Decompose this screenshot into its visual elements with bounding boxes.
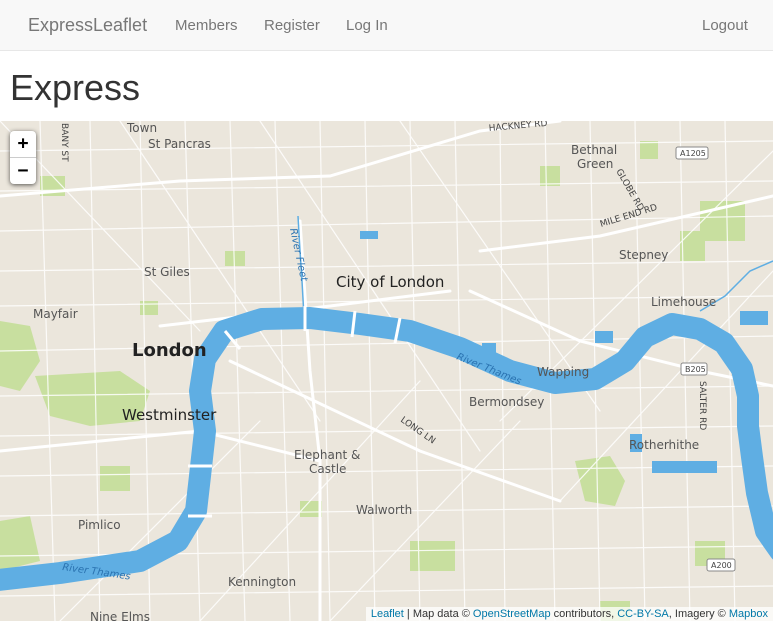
park-ne: [540, 166, 560, 186]
park-4: [640, 141, 658, 159]
label-st-giles: St Giles: [144, 265, 190, 279]
brand-link[interactable]: ExpressLeaflet: [28, 15, 147, 36]
label-kennington: Kennington: [228, 575, 296, 589]
shield-b205: B205: [680, 362, 708, 376]
label-pimlico: Pimlico: [78, 518, 121, 532]
svg-text:A1205: A1205: [680, 149, 706, 158]
label-elephant: Elephant &: [294, 448, 360, 462]
dock-1: [595, 331, 613, 343]
park-burgess: [410, 541, 455, 571]
label-bermondsey: Bermondsey: [469, 395, 544, 409]
attribution-text-3: , Imagery ©: [668, 608, 729, 620]
park-lambeth: [100, 466, 130, 491]
label-stepney: Stepney: [619, 248, 668, 262]
label-castle: Castle: [309, 462, 346, 476]
shield-a200: A200: [706, 558, 736, 572]
label-bethnal: Bethnal: [571, 143, 617, 157]
label-mayfair: Mayfair: [33, 307, 78, 321]
label-walworth: Walworth: [356, 503, 412, 517]
attribution-text-1: | Map data ©: [403, 608, 473, 620]
mapbox-link[interactable]: Mapbox: [729, 608, 768, 620]
park-1: [225, 251, 245, 266]
label-wapping: Wapping: [537, 365, 589, 379]
map-tiles[interactable]: London City of London Westminster Town S…: [0, 121, 773, 621]
nav-logout[interactable]: Logout: [702, 17, 748, 34]
nav-register[interactable]: Register: [264, 17, 320, 34]
leaflet-link[interactable]: Leaflet: [371, 608, 404, 620]
label-london: London: [132, 340, 207, 361]
park-2: [140, 301, 158, 315]
park-3: [680, 231, 705, 261]
page-title: Express: [10, 67, 141, 108]
navbar: ExpressLeaflet Members Register Log In L…: [0, 0, 773, 51]
zoom-in-button[interactable]: +: [10, 131, 36, 158]
zoom-control: + −: [10, 131, 36, 184]
nav-login[interactable]: Log In: [346, 17, 388, 34]
map[interactable]: London City of London Westminster Town S…: [0, 121, 773, 621]
land: [0, 121, 773, 621]
license-link[interactable]: CC-BY-SA: [617, 608, 669, 620]
shield-a1205: A1205: [675, 146, 709, 160]
svg-text:B205: B205: [685, 365, 706, 374]
dock-5: [740, 311, 768, 325]
osm-link[interactable]: OpenStreetMap: [473, 608, 551, 620]
label-rotherhithe: Rotherhithe: [629, 438, 699, 452]
attribution-text-2: contributors,: [550, 608, 618, 620]
zoom-out-button[interactable]: −: [10, 158, 36, 184]
label-green: Green: [577, 157, 613, 171]
dock-3: [652, 461, 717, 473]
label-town: Town: [126, 121, 157, 135]
label-limehouse: Limehouse: [651, 295, 716, 309]
label-salter-rd: SALTER RD: [697, 381, 707, 430]
dock-6: [360, 231, 378, 239]
label-westminster: Westminster: [122, 406, 217, 424]
label-st-pancras: St Pancras: [148, 137, 211, 151]
svg-text:A200: A200: [711, 561, 732, 570]
nav-members[interactable]: Members: [175, 17, 238, 34]
map-attribution: Leaflet | Map data © OpenStreetMap contr…: [365, 607, 773, 621]
label-city-of-london: City of London: [336, 273, 444, 291]
label-bany-st: BANY ST: [59, 123, 69, 162]
label-nine-elms: Nine Elms: [90, 610, 150, 621]
